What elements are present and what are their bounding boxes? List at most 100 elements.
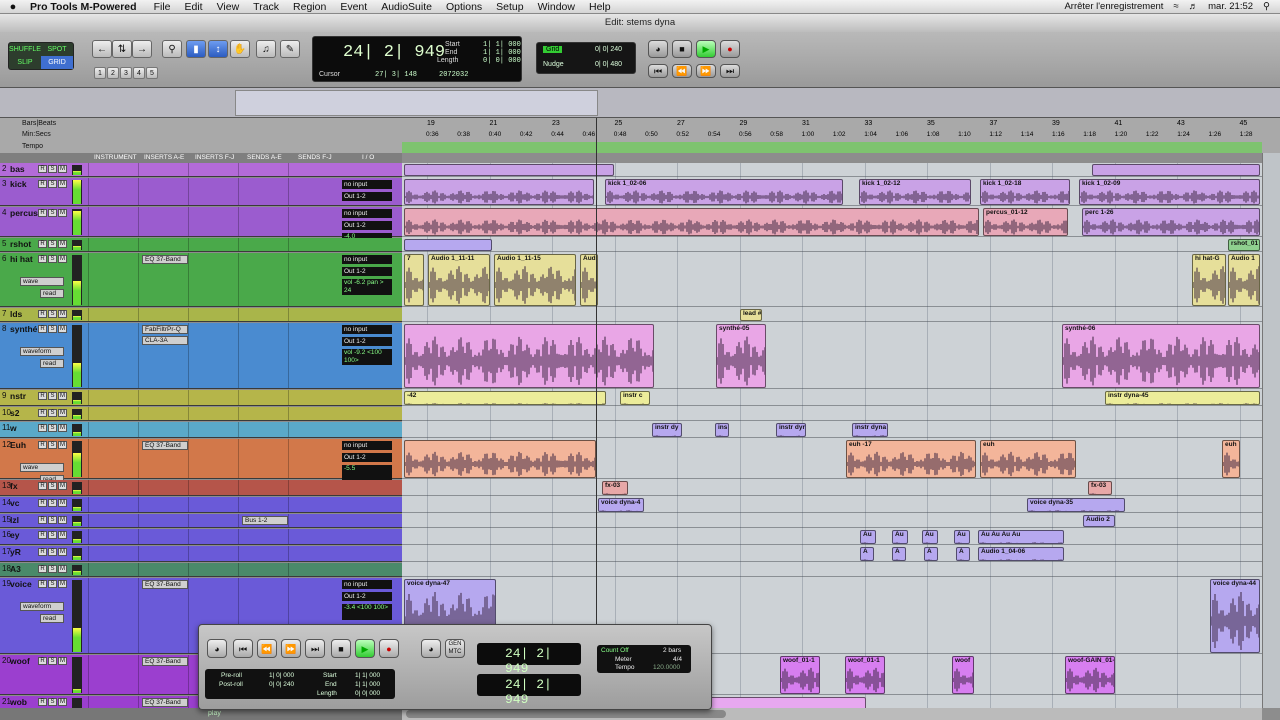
mute-button[interactable]: M	[58, 165, 67, 173]
record-enable-button[interactable]: R	[38, 482, 47, 490]
solo-button[interactable]: S	[48, 565, 57, 573]
count-off-label[interactable]: Count Off	[601, 647, 629, 654]
volume-pan-display[interactable]: vol -9.2 <100 100>	[342, 349, 392, 365]
play-button-icon[interactable]: ▶	[696, 40, 716, 58]
stop-button-icon[interactable]: ■	[672, 40, 692, 58]
track-playlist-lane[interactable]	[402, 529, 1262, 545]
audio-region[interactable]: -42	[404, 391, 606, 405]
menu-window[interactable]: Window	[531, 1, 582, 13]
output-selector[interactable]: Out 1-2	[342, 592, 392, 601]
transport-sub-counter[interactable]: 24| 2| 949	[477, 674, 581, 707]
menu-edit[interactable]: Edit	[178, 1, 210, 13]
zoom-preset-3[interactable]: 3	[120, 67, 132, 79]
bars-beats-ruler-label[interactable]: Bars|Beats	[22, 120, 56, 127]
mute-button[interactable]: M	[58, 565, 67, 573]
fast-forward-icon[interactable]: ⏩	[281, 639, 301, 658]
audio-region[interactable]: kick 1_02-12	[859, 179, 971, 205]
track-header[interactable]: 15 lzl R S M Bus 1-2	[0, 514, 402, 528]
solo-button[interactable]: S	[48, 165, 57, 173]
audio-region[interactable]: woof_01-1	[845, 656, 885, 694]
insert-slot[interactable]: EQ 37-Band	[142, 255, 188, 264]
wifi-icon[interactable]: ≈	[1173, 1, 1178, 12]
solo-button[interactable]: S	[48, 516, 57, 524]
record-enable-button[interactable]: R	[38, 565, 47, 573]
output-selector[interactable]: Out 1-2	[342, 192, 392, 201]
mute-button[interactable]: M	[58, 441, 67, 449]
track-view-selector[interactable]: waveform	[20, 347, 64, 356]
solo-button[interactable]: S	[48, 424, 57, 432]
mute-button[interactable]: M	[58, 325, 67, 333]
app-name-menu[interactable]: Pro Tools M-Powered	[26, 1, 147, 13]
tempo-value[interactable]: 120.0000	[653, 664, 680, 671]
record-enable-button[interactable]: R	[38, 392, 47, 400]
audio-region[interactable]: woof-GAIN_01-	[1065, 656, 1115, 694]
record-enable-button[interactable]: R	[38, 516, 47, 524]
audio-region[interactable]: instr dyna	[852, 423, 888, 437]
zoom-preset-5[interactable]: 5	[146, 67, 158, 79]
postroll-label[interactable]: Post-roll	[219, 681, 243, 688]
input-selector[interactable]: no input	[342, 209, 392, 218]
audio-region[interactable]: Audio 1_04-06	[978, 547, 1064, 561]
track-header[interactable]: 8 synthé R S M FabFiltrPr-Q CLA-3A no input Out…	[0, 323, 402, 389]
audio-region[interactable]: voice dyna-44	[1210, 579, 1260, 653]
preroll-label[interactable]: Pre-roll	[221, 672, 242, 679]
menu-audiosuite[interactable]: AudioSuite	[374, 1, 439, 13]
mute-button[interactable]: M	[58, 499, 67, 507]
main-counter[interactable]: 24| 2| 949 Start End Length 1| 1| 000 1|…	[312, 36, 522, 82]
audio-region[interactable]: euh	[1222, 440, 1240, 478]
audio-region[interactable]	[404, 179, 594, 205]
record-enable-button[interactable]: R	[38, 531, 47, 539]
solo-button[interactable]: S	[48, 209, 57, 217]
rewind-icon[interactable]: ⏪	[672, 64, 692, 78]
send-slot[interactable]: Bus 1-2	[242, 516, 288, 525]
transport-end-value[interactable]: 1| 1| 000	[355, 681, 380, 688]
volume-pan-display[interactable]: -3.4 <100 100>	[342, 604, 392, 620]
audio-region[interactable]	[404, 324, 654, 388]
audio-region[interactable]: Audio 2	[1083, 515, 1115, 527]
input-selector[interactable]: no input	[342, 180, 392, 189]
insert-slot[interactable]: CLA-3A	[142, 336, 188, 345]
record-enable-button[interactable]: R	[38, 657, 47, 665]
mode-shuffle-button[interactable]: SHUFFLE	[9, 43, 41, 56]
audio-region[interactable]: instr c	[620, 391, 650, 405]
volume-pan-display[interactable]: vol -6.2 pan > 24	[342, 279, 392, 295]
go-to-end-icon[interactable]: ⏭	[720, 64, 740, 78]
mode-spot-button[interactable]: SPOT	[41, 43, 73, 56]
record-button-icon[interactable]: ●	[720, 40, 740, 58]
start-value[interactable]: 1| 1| 000	[483, 41, 521, 49]
audio-region[interactable]: synthé-06	[1062, 324, 1260, 388]
menu-options[interactable]: Options	[439, 1, 489, 13]
return-to-zero-icon[interactable]: ⏮	[648, 64, 668, 78]
transport-length-value[interactable]: 0| 0| 000	[355, 690, 380, 697]
meter-label[interactable]: Meter	[615, 656, 632, 663]
apple-menu-icon[interactable]: ●	[0, 1, 26, 13]
automation-mode-selector[interactable]: read	[40, 289, 64, 298]
grid-label[interactable]: Grid	[543, 46, 563, 53]
record-enable-button[interactable]: R	[38, 310, 47, 318]
solo-button[interactable]: S	[48, 548, 57, 556]
track-header[interactable]: 2 bas R S M	[0, 163, 402, 177]
solo-button[interactable]: S	[48, 531, 57, 539]
track-header[interactable]: 14 vc R S M	[0, 497, 402, 513]
audio-region[interactable]: 7	[404, 254, 424, 306]
output-selector[interactable]: Out 1-2	[342, 453, 392, 462]
overview-visible-window[interactable]	[235, 90, 598, 116]
automation-mode-selector[interactable]: read	[40, 614, 64, 623]
record-enable-button[interactable]: R	[38, 580, 47, 588]
online-icon[interactable]: ◕	[207, 639, 227, 658]
mute-button[interactable]: M	[58, 180, 67, 188]
insert-slot[interactable]: FabFiltrPr-Q	[142, 325, 188, 334]
track-header[interactable]: 17 yR R S M	[0, 546, 402, 562]
length-value[interactable]: 0| 0| 000	[483, 57, 521, 65]
audio-region[interactable]: instr dy	[652, 423, 682, 437]
record-enable-button[interactable]: R	[38, 165, 47, 173]
track-header[interactable]: 10 s2 R S M	[0, 407, 402, 421]
horizontal-scroll-thumb[interactable]	[406, 710, 726, 718]
audio-region[interactable]: synthé-05	[716, 324, 766, 388]
input-selector[interactable]: no input	[342, 441, 392, 450]
zoom-in-icon[interactable]: →	[132, 40, 152, 58]
online-button-icon[interactable]: ◕	[648, 40, 668, 58]
mute-button[interactable]: M	[58, 516, 67, 524]
record-enable-button[interactable]: R	[38, 325, 47, 333]
audio-region[interactable]	[404, 440, 596, 478]
